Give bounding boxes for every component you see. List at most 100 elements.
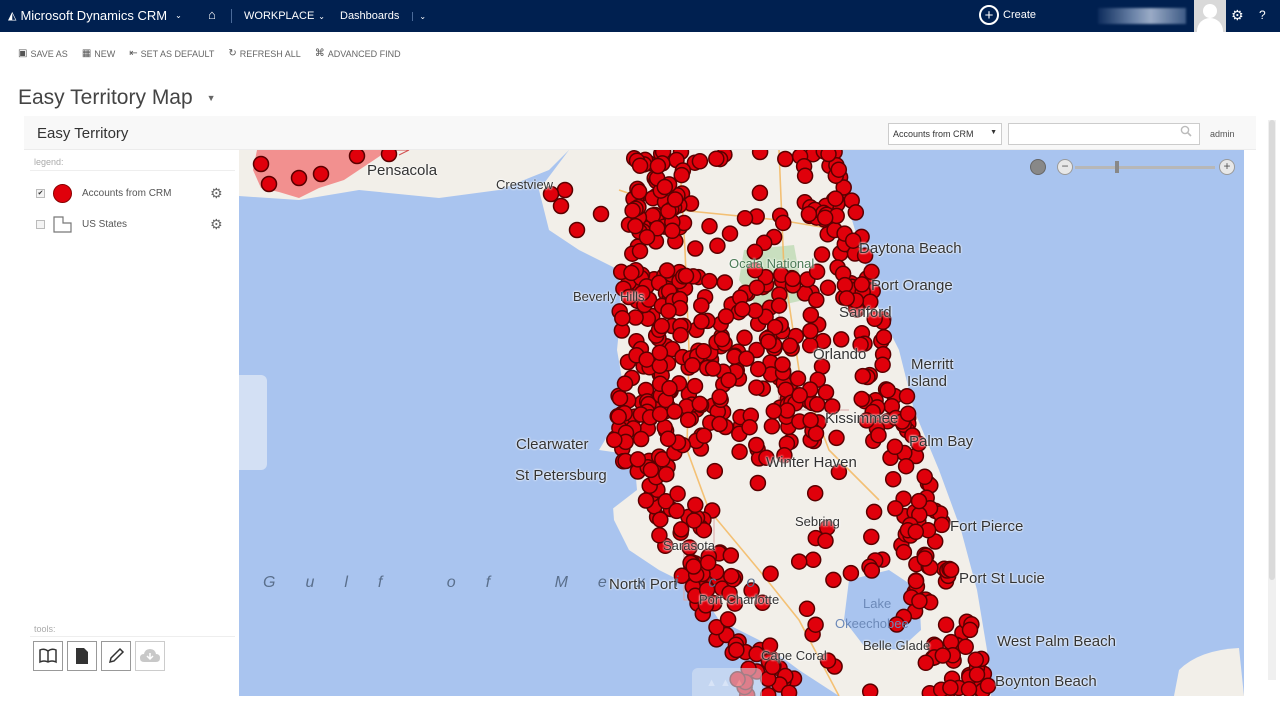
account-marker[interactable] [721,225,739,242]
page-title[interactable]: Easy Territory Map ▼ [18,86,216,110]
account-marker[interactable] [611,389,629,407]
account-marker[interactable] [825,571,842,589]
account-marker[interactable] [736,210,754,227]
account-marker[interactable] [806,484,824,502]
zoom-in-button[interactable]: + [1219,159,1235,175]
account-marker[interactable] [763,418,781,435]
set-as-default-button[interactable]: ⇤ SET AS DEFAULT [129,48,214,59]
account-marker[interactable] [853,276,871,293]
legend-layer-us-states[interactable]: US States ⚙ [36,216,223,233]
account-marker[interactable] [693,297,710,314]
account-marker[interactable] [827,190,844,207]
account-marker[interactable] [380,150,398,163]
map-canvas[interactable] [239,150,1244,696]
account-marker[interactable] [853,390,870,408]
search-icon[interactable] [1180,125,1192,137]
nav-dashboards[interactable]: Dashboards ⌄ [340,10,427,22]
account-marker[interactable] [813,246,831,263]
territory-map[interactable]: Pensacola Crestview Daytona Beach Ocala … [239,150,1244,696]
account-marker[interactable] [672,521,690,538]
account-marker[interactable] [765,402,783,420]
bottom-panel-toggle[interactable]: ▲▲▲ [692,668,762,696]
account-marker[interactable] [817,532,834,550]
account-marker[interactable] [731,443,748,461]
account-marker[interactable] [816,209,834,226]
account-marker[interactable] [802,411,819,429]
account-marker[interactable] [631,157,649,174]
account-marker[interactable] [804,551,822,569]
account-marker[interactable] [651,344,669,361]
zoom-slider[interactable]: − + [1057,159,1235,175]
account-marker[interactable] [751,150,769,161]
account-marker[interactable] [828,429,845,447]
account-marker[interactable] [691,395,709,413]
account-marker[interactable] [711,415,728,433]
account-marker[interactable] [653,317,670,335]
account-marker[interactable] [807,616,824,633]
account-marker[interactable] [632,430,650,448]
account-marker[interactable] [708,150,725,167]
account-marker[interactable] [749,474,767,492]
pencil-tool-button[interactable] [101,641,131,671]
account-marker[interactable] [748,279,766,296]
account-marker[interactable] [556,181,574,199]
account-marker[interactable] [660,302,677,320]
caret-down-icon[interactable]: ▼ [207,93,216,103]
account-marker[interactable] [631,242,649,260]
account-marker[interactable] [863,528,880,546]
map-style-globe-icon[interactable] [1030,159,1046,175]
account-marker[interactable] [651,405,669,423]
account-marker[interactable] [623,264,640,282]
document-tool-button[interactable] [67,641,97,671]
create-button[interactable]: + Create [979,5,1036,25]
page-scrollbar[interactable] [1268,120,1276,680]
account-marker[interactable] [748,379,765,396]
account-marker[interactable] [774,356,791,373]
account-marker[interactable] [638,228,656,246]
account-marker[interactable] [979,677,997,694]
account-marker[interactable] [789,370,807,387]
nav-workplace[interactable]: WORKPLACE ⌄ [244,10,325,22]
account-marker[interactable] [916,550,934,567]
account-marker[interactable] [637,492,655,509]
account-marker[interactable] [552,197,570,215]
account-marker[interactable] [957,638,974,656]
account-marker[interactable] [910,492,928,510]
account-marker[interactable] [917,654,935,672]
save-as-button[interactable]: ▣ SAVE AS [18,48,68,59]
user-name-blurred[interactable] [1098,8,1186,24]
account-marker[interactable] [704,360,722,377]
account-marker[interactable] [749,360,767,378]
account-marker[interactable] [780,684,798,696]
account-marker[interactable] [777,150,794,168]
account-marker[interactable] [734,300,751,318]
account-marker[interactable] [886,438,904,456]
account-marker[interactable] [695,427,713,444]
account-marker[interactable] [802,322,819,340]
account-marker[interactable] [348,150,366,165]
account-marker[interactable] [802,306,820,324]
data-source-select[interactable]: Accounts from CRM ▼ [888,123,1002,145]
account-marker[interactable] [713,330,731,348]
account-marker[interactable] [695,343,712,360]
account-marker[interactable] [290,169,308,187]
account-marker[interactable] [716,274,734,291]
legend-layer-accounts[interactable]: ✔ Accounts from CRM ⚙ [36,184,223,203]
account-marker[interactable] [968,666,986,683]
account-marker[interactable] [911,592,928,610]
account-marker[interactable] [720,371,737,389]
account-marker[interactable] [568,221,586,239]
account-marker[interactable] [820,150,837,163]
account-marker[interactable] [627,217,644,235]
account-marker[interactable] [770,297,788,314]
account-marker[interactable] [899,405,917,422]
book-tool-button[interactable] [33,641,63,671]
account-marker[interactable] [875,328,893,346]
account-marker[interactable] [652,511,669,528]
scrollbar-thumb[interactable] [1269,120,1275,580]
account-marker[interactable] [658,262,676,279]
account-marker[interactable] [738,350,755,367]
account-marker[interactable] [719,611,737,628]
account-marker[interactable] [630,183,648,200]
account-marker[interactable] [790,553,808,570]
